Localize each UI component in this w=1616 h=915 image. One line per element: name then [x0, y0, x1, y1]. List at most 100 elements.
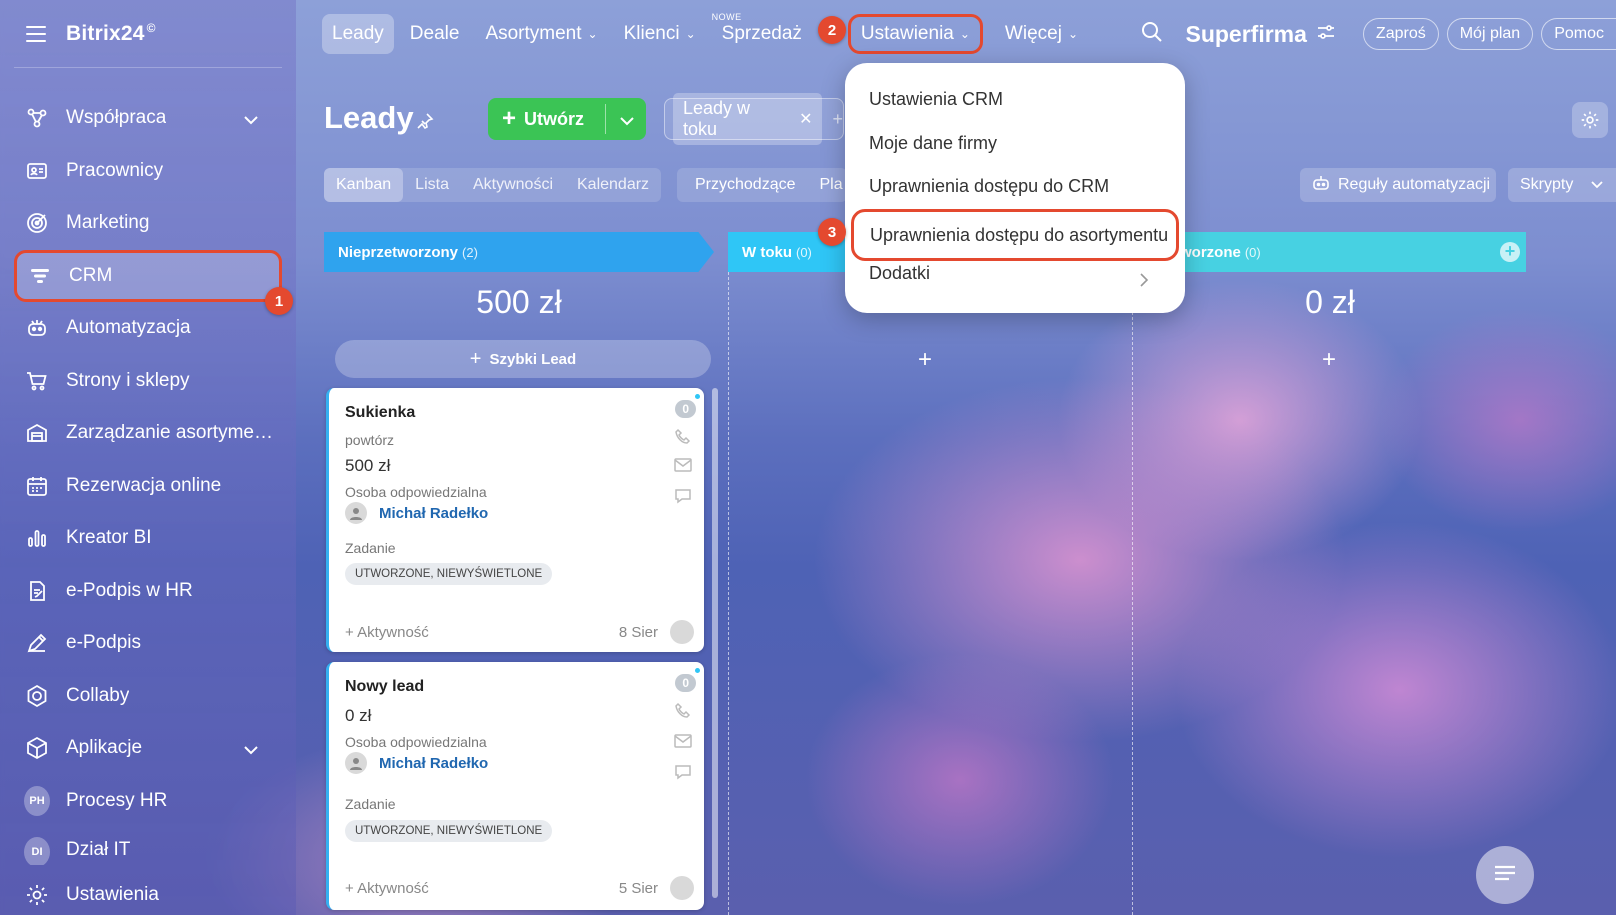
chevron-down-icon[interactable]: [244, 112, 258, 130]
unread-dot: [695, 394, 700, 399]
menu-icon[interactable]: [26, 25, 46, 42]
chat-icon[interactable]: [674, 488, 692, 509]
sidebar-item-marketing[interactable]: Marketing: [14, 197, 282, 250]
chat-button[interactable]: [1476, 846, 1534, 904]
sidebar-item-pracownicy[interactable]: Pracownicy: [14, 145, 282, 198]
sidebar-item-rezerwacja-online[interactable]: Rezerwacja online: [14, 460, 282, 513]
document-sign-icon: [24, 578, 50, 604]
robot-icon: [1312, 175, 1330, 196]
phone-icon[interactable]: [674, 428, 692, 451]
pin-icon[interactable]: [416, 112, 434, 135]
create-button[interactable]: + Utwórz: [488, 98, 646, 140]
chevron-down-icon[interactable]: [1591, 176, 1603, 194]
avatar: [345, 502, 367, 524]
view-filter-switcher: Przychodzące Pla: [677, 168, 847, 202]
plus-icon: +: [469, 347, 482, 370]
collaboration-icon: [24, 105, 50, 131]
cube-icon: [24, 735, 50, 761]
chevron-down-icon: ⌄: [587, 27, 598, 41]
automation-rules-button[interactable]: Reguły automatyzacji: [1300, 168, 1496, 202]
tab-leady[interactable]: Leady: [322, 14, 394, 54]
brand-logo[interactable]: Bitrix24 ©: [66, 21, 156, 46]
view-kalendarz[interactable]: Kalendarz: [565, 168, 661, 202]
tab-wiecej[interactable]: Więcej ⌄: [995, 14, 1088, 54]
add-lead-w-toku-button[interactable]: +: [918, 346, 932, 374]
sidebar-item-procesy-hr[interactable]: PH Procesy HR: [14, 775, 282, 828]
mail-icon[interactable]: [674, 734, 692, 753]
sidebar-item-collaby[interactable]: Collaby: [14, 670, 282, 723]
tab-asortyment[interactable]: Asortyment ⌄: [475, 14, 607, 54]
company-name[interactable]: Superfirma: [1185, 21, 1306, 48]
step-marker-3: 3: [818, 218, 846, 246]
add-column-icon[interactable]: +: [1500, 242, 1520, 262]
sidebar-item-aplikacje[interactable]: Aplikacje: [14, 722, 282, 775]
sidebar-item-zarzadzanie-asortymentem[interactable]: Zarządzanie asortymen...: [14, 407, 282, 460]
view-lista[interactable]: Lista: [403, 168, 461, 202]
chevron-down-icon[interactable]: [244, 742, 258, 760]
calendar-icon: [24, 473, 50, 499]
sidebar-item-e-podpis-w-hr[interactable]: e-Podpis w HR: [14, 565, 282, 618]
tab-deale[interactable]: Deale: [400, 14, 470, 54]
sidebar-item-automatyzacja[interactable]: Automatyzacja: [14, 302, 282, 355]
avatar: [670, 876, 694, 900]
sidebar-item-crm[interactable]: CRM: [14, 249, 282, 302]
filter-search-input[interactable]: Leady w toku ✕ +: [664, 93, 844, 145]
tab-klienci[interactable]: Klienci ⌄: [614, 14, 706, 54]
my-plan-button[interactable]: Mój plan: [1446, 18, 1534, 50]
plus-icon[interactable]: +: [832, 109, 843, 130]
responsible-person[interactable]: Michał Radełko: [345, 502, 488, 524]
bar-chart-icon: [24, 525, 50, 551]
chat-list-icon: [1492, 863, 1518, 888]
sidebar-item-kreator-bi[interactable]: Kreator BI: [14, 512, 282, 565]
column-header-third[interactable]: worzone (0) +: [1180, 232, 1526, 272]
gear-icon[interactable]: [1572, 102, 1608, 138]
help-button[interactable]: Pomoc: [1541, 18, 1616, 50]
sidebar-item-e-podpis[interactable]: e-Podpis: [14, 617, 282, 670]
close-icon[interactable]: ✕: [799, 109, 812, 129]
view-przychodzace[interactable]: Przychodzące: [695, 176, 796, 194]
status-badge: UTWORZONE, NIEWYŚWIETLONE: [345, 820, 553, 842]
column-header-nieprzetworzony[interactable]: Nieprzetworzony (2): [324, 232, 714, 272]
group-avatar: PH: [24, 785, 50, 816]
lead-card[interactable]: Nowy lead 0 zł Osoba odpowiedzialna Mich…: [326, 662, 704, 910]
tab-ustawienia[interactable]: Ustawienia ⌄: [847, 14, 983, 54]
sidebar-item-dzial-it[interactable]: DI Dział IT: [14, 827, 282, 865]
view-aktywnosci[interactable]: Aktywności: [461, 168, 565, 202]
activity-counter: 0: [675, 400, 696, 418]
sidebar-item-wspolpraca[interactable]: Współpraca: [14, 92, 282, 145]
sidebar-item-strony-i-sklepy[interactable]: Strony i sklepy: [14, 355, 282, 408]
hexagon-icon: [24, 683, 50, 709]
chevron-down-icon[interactable]: [620, 110, 634, 131]
view-kanban[interactable]: Kanban: [324, 168, 404, 202]
invite-button[interactable]: Zaproś: [1362, 18, 1439, 50]
responsible-person[interactable]: Michał Radełko: [345, 752, 488, 774]
search-icon[interactable]: [1141, 21, 1163, 48]
gear-icon: [24, 882, 50, 908]
scripts-button[interactable]: Skrypty: [1508, 168, 1616, 202]
tab-sprzedaz[interactable]: NOWE Sprzedaż: [712, 12, 812, 54]
menu-item-moje-dane-firmy[interactable]: Moje dane firmy: [869, 133, 997, 154]
add-activity-link[interactable]: + Aktywność: [345, 880, 429, 897]
filter-settings-icon[interactable]: [1317, 24, 1335, 45]
chat-icon[interactable]: [674, 764, 692, 785]
column-sum: 500 zł: [476, 284, 562, 320]
view-planned[interactable]: Pla: [820, 176, 843, 194]
marketing-icon: [24, 210, 50, 236]
menu-item-uprawnienia-crm[interactable]: Uprawnienia dostępu do CRM: [869, 176, 1109, 197]
phone-icon[interactable]: [674, 702, 692, 725]
lead-card[interactable]: Sukienka powtórz 500 zł Osoba odpowiedzi…: [326, 388, 704, 652]
menu-item-ustawienia-crm[interactable]: Ustawienia CRM: [869, 89, 1003, 110]
add-activity-link[interactable]: + Aktywność: [345, 624, 429, 641]
top-right-tools: Superfirma Zaproś Mój plan Pomoc: [1141, 0, 1616, 68]
card-date: 8 Sier: [618, 624, 658, 641]
add-lead-column-button[interactable]: +: [1322, 346, 1336, 374]
sidebar-item-ustawienia[interactable]: Ustawienia: [14, 875, 282, 915]
activity-counter: 0: [675, 674, 696, 692]
crm-funnel-icon: [27, 263, 53, 289]
filter-chip[interactable]: Leady w toku ✕: [673, 93, 823, 145]
quick-lead-button[interactable]: + Szybki Lead: [335, 340, 711, 378]
menu-item-uprawnienia-asortymentu[interactable]: Uprawnienia dostępu do asortymentu: [851, 209, 1179, 261]
mail-icon[interactable]: [674, 458, 692, 477]
column-scrollbar[interactable]: [712, 388, 718, 898]
menu-item-dodatki[interactable]: Dodatki: [869, 263, 930, 284]
